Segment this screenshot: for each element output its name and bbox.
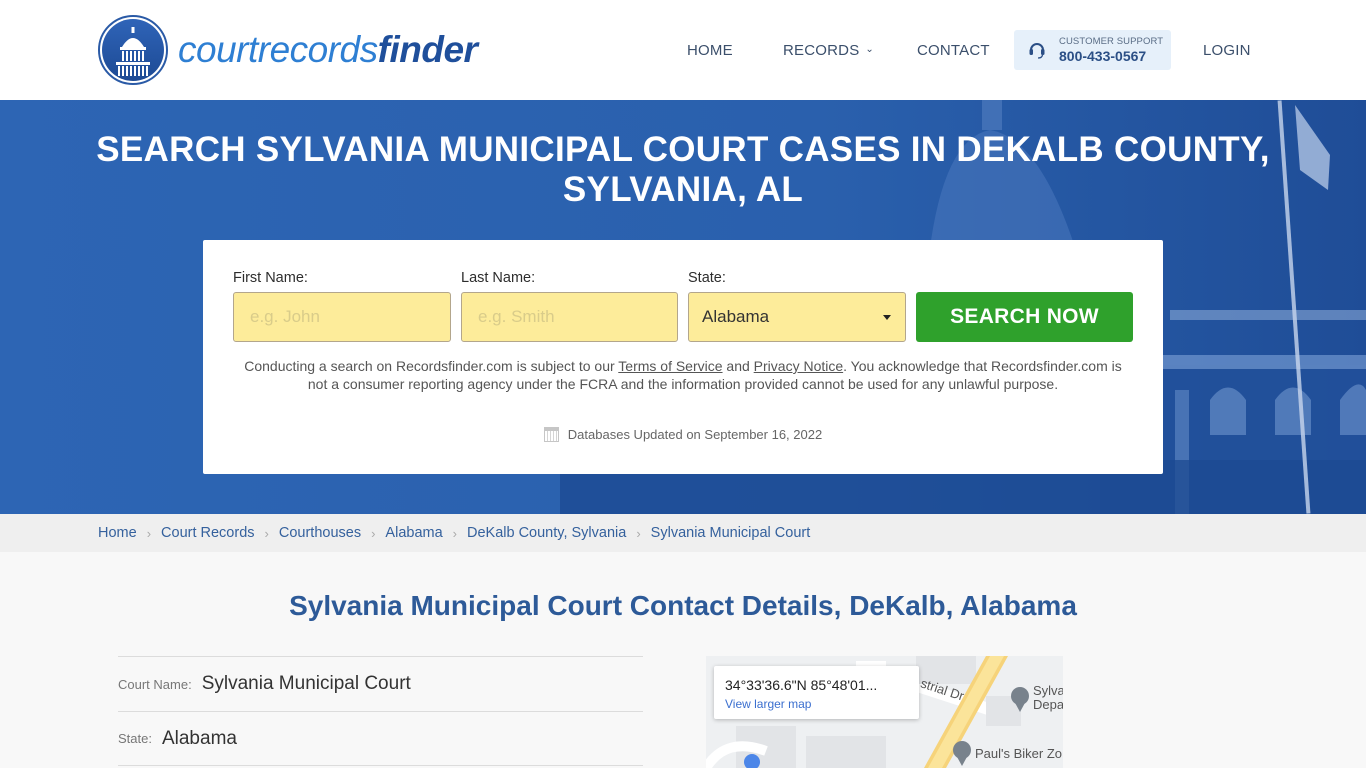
map-poi-label: Sylva Depa <box>1033 684 1063 712</box>
site-logo[interactable]: courtrecordsfinder <box>98 15 478 85</box>
privacy-notice-link[interactable]: Privacy Notice <box>754 358 843 374</box>
hero-title: SEARCH SYLVANIA MUNICIPAL COURT CASES IN… <box>0 130 1366 210</box>
nav-contact[interactable]: CONTACT <box>917 0 990 100</box>
breadcrumb-court-records[interactable]: Court Records <box>161 525 254 541</box>
nav-records[interactable]: RECORDS ⌄ <box>783 0 874 100</box>
breadcrumb-home[interactable]: Home <box>98 525 137 541</box>
headset-icon <box>1029 41 1045 59</box>
chevron-right-icon: › <box>146 525 152 541</box>
last-name-input[interactable] <box>461 292 678 342</box>
state-select[interactable]: Alabama <box>688 292 906 342</box>
map-coordinates: 34°33'36.6"N 85°48'01... <box>725 677 878 693</box>
search-disclaimer: Conducting a search on Recordsfinder.com… <box>243 357 1123 393</box>
search-form: First Name: Last Name: State: Alabama SE… <box>203 240 1163 474</box>
chevron-right-icon: › <box>264 525 269 541</box>
detail-key: Court Name: <box>118 676 192 692</box>
breadcrumb-courthouses[interactable]: Courthouses <box>279 525 361 541</box>
hero-title-line2: SYLVANIA, AL <box>562 170 804 209</box>
calendar-icon <box>543 427 559 442</box>
chevron-right-icon: › <box>371 525 376 541</box>
detail-key: State: <box>118 731 152 746</box>
chevron-right-icon: › <box>452 525 457 541</box>
customer-support-button[interactable]: CUSTOMER SUPPORT 800-433-0567 <box>1014 30 1171 70</box>
state-select-value[interactable]: Alabama <box>702 307 769 327</box>
nav-records-label[interactable]: RECORDS <box>783 42 859 59</box>
page-title: Sylvania Municipal Court Contact Details… <box>289 590 1077 621</box>
database-updated-text: Databases Updated on September 16, 2022 <box>567 427 823 442</box>
support-phone[interactable]: 800-433-0567 <box>1059 49 1163 63</box>
logo-wordmark: courtrecordsfinder <box>178 29 478 71</box>
detail-row-state: State: Alabama <box>118 711 643 766</box>
terms-of-service-link[interactable]: Terms of Service <box>618 358 722 374</box>
court-location-map[interactable]: strial Dr Sylva Depa Paul's Biker Zo 34°… <box>706 656 1063 768</box>
first-name-label: First Name: <box>233 270 308 286</box>
last-name-label: Last Name: <box>461 270 536 286</box>
chevron-down-icon[interactable]: ⌄ <box>865 44 874 55</box>
breadcrumb-dekalb-county[interactable]: DeKalb County, Sylvania <box>467 525 626 541</box>
map-poi-name: Depa <box>1033 697 1063 712</box>
nav-contact-label[interactable]: CONTACT <box>917 42 990 59</box>
caret-down-icon[interactable] <box>883 315 891 320</box>
hero-banner: SEARCH SYLVANIA MUNICIPAL COURT CASES IN… <box>0 100 1366 514</box>
chevron-right-icon: › <box>636 525 641 541</box>
detail-value: Sylvania Municipal Court <box>201 673 411 694</box>
view-larger-map-link[interactable]: View larger map <box>725 697 811 711</box>
capitol-seal-icon <box>98 15 168 85</box>
nav-login-label[interactable]: LOGIN <box>1203 42 1251 59</box>
detail-row-court-name: Court Name: Sylvania Municipal Court <box>118 656 643 711</box>
hero-title-line1: SEARCH SYLVANIA MUNICIPAL COURT CASES IN… <box>96 130 1270 169</box>
disclaimer-text: Conducting a search on Recordsfinder.com… <box>244 358 619 374</box>
map-info-card: 34°33'36.6"N 85°48'01... View larger map <box>714 666 919 719</box>
disclaimer-text: and <box>722 358 754 374</box>
breadcrumb: Home › Court Records › Courthouses › Ala… <box>0 514 1366 552</box>
site-header: courtrecordsfinder HOME RECORDS ⌄ CONTAC… <box>0 0 1366 100</box>
search-now-button[interactable]: SEARCH NOW <box>916 292 1133 342</box>
database-updated-note: Databases Updated on September 16, 2022 <box>203 427 1163 442</box>
nav-home-label[interactable]: HOME <box>687 42 733 59</box>
breadcrumb-current-court[interactable]: Sylvania Municipal Court <box>651 525 811 541</box>
map-poi-name: Sylva <box>1033 683 1063 698</box>
logo-text-courtrecords: courtrecords <box>178 29 378 70</box>
breadcrumb-alabama[interactable]: Alabama <box>385 525 442 541</box>
detail-value: Alabama <box>161 727 237 749</box>
map-poi-label: Paul's Biker Zo <box>975 746 1063 761</box>
logo-text-finder: finder <box>377 29 478 70</box>
court-details: Court Name: Sylvania Municipal Court Sta… <box>118 656 643 766</box>
nav-login[interactable]: LOGIN <box>1203 0 1251 100</box>
support-label: CUSTOMER SUPPORT <box>1059 35 1164 47</box>
state-label: State: <box>688 270 726 286</box>
first-name-input[interactable] <box>233 292 451 342</box>
nav-home[interactable]: HOME <box>687 0 733 100</box>
